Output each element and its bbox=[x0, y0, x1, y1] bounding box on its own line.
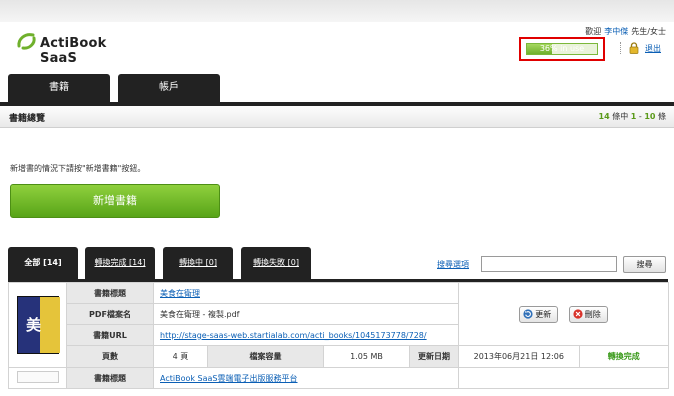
filter-tab-failed-label: 轉換失敗 [0] bbox=[253, 258, 299, 267]
usage-text: 36% in use bbox=[539, 44, 585, 53]
top-strip bbox=[0, 0, 674, 22]
book-pdf-name: 美食在衛理 - 複製.pdf bbox=[152, 303, 460, 325]
count-suffix: 條 bbox=[655, 112, 666, 121]
section-header: 書籍總覽 14 條中 1 - 10 條 bbox=[0, 106, 674, 128]
search-button[interactable]: 搜尋 bbox=[623, 256, 666, 273]
book-status: 轉換完成 bbox=[607, 352, 640, 361]
filter-tab-completed-label: 轉換完成 [14] bbox=[94, 258, 146, 267]
page-title: 書籍總覽 bbox=[9, 114, 46, 124]
usage-bar: 36% in use bbox=[526, 43, 598, 55]
book-title-link-2[interactable]: ActiBook SaaS雲端電子出版服務平台 bbox=[152, 367, 460, 389]
book-actions: 更新 刪除 bbox=[458, 282, 670, 346]
book-cover-image-2[interactable] bbox=[16, 371, 59, 383]
label-file-size: 檔案容量 bbox=[207, 345, 324, 368]
book-thumbnail-2[interactable] bbox=[8, 367, 67, 389]
table-row: 書籍標題 ActiBook SaaS雲端電子出版服務平台 bbox=[8, 367, 670, 389]
book-thumbnail[interactable]: 美 bbox=[8, 282, 67, 368]
label-url: 書籍URL bbox=[66, 324, 154, 346]
label-updated: 更新日期 bbox=[408, 345, 460, 368]
count-mid: 條中 bbox=[609, 112, 631, 121]
update-button[interactable]: 更新 bbox=[519, 305, 559, 323]
lock-icon bbox=[629, 42, 639, 54]
filter-tab-failed[interactable]: 轉換失敗 [0] bbox=[241, 247, 311, 279]
instruction-text: 新增書的情況下請按"新增書籍"按鈕。 bbox=[10, 164, 146, 173]
table-row: 美 書籍標題 美食在衛理 更新 刪除 bbox=[8, 282, 670, 368]
filter-tab-all[interactable]: 全部 [14] bbox=[8, 247, 78, 279]
logout-link[interactable]: 退出 bbox=[645, 43, 661, 54]
header-divider bbox=[620, 42, 621, 54]
user-greeting: 歡迎 李中傑 先生/女士 bbox=[585, 26, 666, 37]
book-actions-2 bbox=[458, 367, 670, 389]
label-pages: 頁數 bbox=[66, 345, 154, 368]
total-count: 14 bbox=[598, 112, 610, 121]
refresh-icon bbox=[523, 309, 533, 319]
delete-icon bbox=[573, 309, 583, 319]
tab-books[interactable]: 書籍 bbox=[8, 74, 110, 102]
usage-indicator: 36% in use bbox=[519, 37, 605, 61]
label-title-2: 書籍標題 bbox=[66, 367, 154, 389]
range-end: 10 bbox=[644, 112, 656, 121]
user-name-link[interactable]: 李中傑 bbox=[604, 27, 628, 36]
search-input[interactable] bbox=[481, 256, 617, 272]
book-updated: 2013年06月21日 12:06 轉換完成 bbox=[458, 345, 670, 368]
search-options-link[interactable]: 搜尋選項 bbox=[437, 259, 469, 270]
table-row: 頁數 4 頁 檔案容量 1.05 MB 更新日期 2013年06月21日 12:… bbox=[9, 345, 670, 368]
book-file-size: 1.05 MB bbox=[323, 345, 410, 368]
brand-logo[interactable]: ActiBook SaaS bbox=[16, 30, 146, 66]
brand-name: ActiBook SaaS bbox=[40, 36, 107, 66]
filter-tab-all-label: 全部 [14] bbox=[24, 258, 62, 267]
book-cover-image[interactable]: 美 bbox=[16, 296, 60, 354]
book-title-link[interactable]: 美食在衛理 bbox=[152, 282, 460, 304]
logo-icon bbox=[17, 33, 36, 50]
welcome-text: 歡迎 bbox=[585, 27, 602, 36]
book-updated-date: 2013年06月21日 12:06 bbox=[459, 346, 580, 367]
tab-account[interactable]: 帳戶 bbox=[118, 74, 220, 102]
book-pages: 4 頁 bbox=[153, 345, 208, 368]
delete-label: 刪除 bbox=[584, 309, 601, 319]
filter-tab-converting[interactable]: 轉換中 [0] bbox=[163, 247, 233, 279]
label-title: 書籍標題 bbox=[66, 282, 154, 304]
honorific-text: 先生/女士 bbox=[631, 27, 666, 36]
record-count: 14 條中 1 - 10 條 bbox=[599, 111, 666, 122]
update-label: 更新 bbox=[535, 309, 552, 319]
label-pdf-name: PDF檔案名 bbox=[66, 303, 154, 325]
filter-tab-converting-label: 轉換中 [0] bbox=[179, 258, 217, 267]
filter-tab-completed[interactable]: 轉換完成 [14] bbox=[85, 247, 155, 279]
delete-button[interactable]: 刪除 bbox=[568, 305, 608, 323]
add-book-button[interactable]: 新增書籍 bbox=[10, 184, 220, 218]
book-url-link[interactable]: http://stage-saas-web.startialab.com/act… bbox=[152, 324, 460, 346]
book-table: 美 書籍標題 美食在衛理 更新 刪除 PDF檔案名 美食在衛理 - 複製.pdf… bbox=[8, 282, 670, 389]
